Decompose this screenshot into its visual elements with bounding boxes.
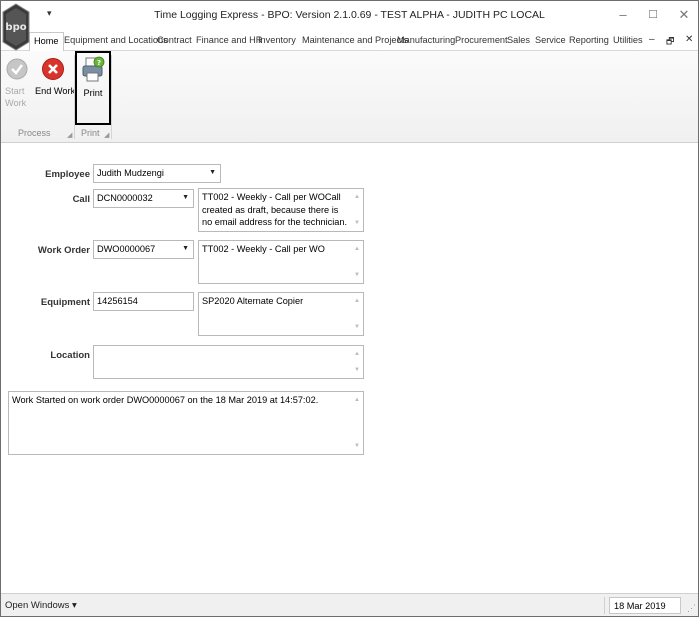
work-order-description-text: TT002 - Weekly - Call per WO — [202, 244, 325, 254]
call-value: DCN0000032 — [97, 193, 153, 203]
scroll-up-icon[interactable]: ▲ — [354, 243, 360, 256]
group-label-print: Print — [81, 128, 100, 138]
mdi-close-button[interactable]: ✕ — [685, 34, 693, 45]
scroll-up-icon[interactable]: ▲ — [354, 394, 360, 407]
tab-home[interactable]: Home — [29, 32, 64, 52]
scroll-down-icon[interactable]: ▼ — [354, 217, 360, 230]
scroll-down-icon[interactable]: ▼ — [354, 440, 360, 453]
call-description-memo[interactable]: TT002 - Weekly - Call per WOCall created… — [198, 188, 364, 232]
window-title: Time Logging Express - BPO: Version 2.1.… — [154, 9, 545, 21]
equipment-description-text: SP2020 Alternate Copier — [202, 296, 304, 306]
chevron-down-icon[interactable]: ▼ — [182, 194, 189, 201]
tab-procurement[interactable]: Procurement — [455, 35, 508, 45]
status-date: 18 Mar 2019 — [609, 597, 681, 614]
print-highlight-box — [75, 51, 111, 125]
location-memo[interactable]: ▲ ▼ — [93, 345, 364, 379]
work-log-text: Work Started on work order DWO0000067 on… — [12, 395, 319, 405]
scroll-down-icon[interactable]: ▼ — [354, 269, 360, 282]
end-work-label: End Work — [35, 86, 76, 96]
tab-contract[interactable]: Contract — [157, 35, 192, 45]
call-combobox[interactable]: DCN0000032 ▼ — [93, 189, 194, 208]
group-label-process: Process — [18, 128, 51, 138]
group-separator — [111, 55, 112, 139]
app-window: ▾ Time Logging Express - BPO: Version 2.… — [0, 0, 699, 617]
tab-maintenance-and-projects[interactable]: Maintenance and Projects — [302, 35, 408, 45]
end-work-button[interactable]: End Work — [35, 57, 76, 97]
equipment-label: Equipment — [40, 297, 90, 308]
employee-value: Judith Mudzengi — [97, 168, 164, 178]
call-description-text: TT002 - Weekly - Call per WOCall created… — [202, 192, 348, 227]
bpo-logo-icon: bpo — [2, 3, 30, 51]
tab-inventory[interactable]: Inventory — [258, 35, 296, 45]
mdi-minimize-button[interactable]: – — [649, 34, 655, 45]
employee-combobox[interactable]: Judith Mudzengi ▼ — [93, 164, 221, 183]
open-windows-menu[interactable]: Open Windows ▾ — [5, 600, 77, 611]
logo-text: bpo — [5, 22, 26, 33]
work-order-label: Work Order — [37, 245, 90, 256]
work-order-value: DWO0000067 — [97, 244, 156, 254]
minimize-button[interactable]: – — [610, 5, 636, 25]
close-button[interactable]: ✕ — [671, 5, 697, 25]
stop-x-icon — [42, 58, 64, 80]
scroll-down-icon[interactable]: ▼ — [354, 364, 360, 377]
tab-reporting[interactable]: Reporting — [569, 35, 609, 45]
tab-finance-and-hr[interactable]: Finance and HR — [196, 35, 262, 45]
title-bar: ▾ Time Logging Express - BPO: Version 2.… — [1, 1, 698, 31]
equipment-value: 14256154 — [97, 296, 138, 306]
mdi-restore-button[interactable]: 🗗 — [666, 34, 674, 50]
equipment-field[interactable]: 14256154 — [93, 292, 194, 311]
tab-equipment-and-locations[interactable]: Equipment and Locations — [64, 35, 168, 45]
chevron-down-icon[interactable]: ▼ — [182, 245, 189, 252]
application-menu-button[interactable]: bpo — [1, 3, 31, 51]
status-separator — [604, 597, 605, 614]
ribbon-tab-bar: Home Equipment and Locations Contract Fi… — [1, 31, 698, 52]
chevron-down-icon[interactable]: ▼ — [209, 169, 216, 176]
start-work-button[interactable]: Start Work — [5, 57, 29, 109]
call-label: Call — [72, 194, 90, 205]
checkmark-icon — [6, 58, 28, 80]
work-log-memo[interactable]: Work Started on work order DWO0000067 on… — [8, 391, 364, 455]
scroll-up-icon[interactable]: ▲ — [354, 191, 360, 204]
scroll-up-icon[interactable]: ▲ — [354, 295, 360, 308]
ribbon-panel: Start Work End Work ? Print Process ◢ Pr… — [1, 51, 698, 143]
maximize-button[interactable]: ☐ — [640, 5, 666, 25]
employee-label: Employee — [45, 169, 90, 180]
scroll-up-icon[interactable]: ▲ — [354, 348, 360, 361]
equipment-description-memo[interactable]: SP2020 Alternate Copier ▲ ▼ — [198, 292, 364, 336]
tab-service[interactable]: Service — [535, 35, 566, 45]
work-order-description-memo[interactable]: TT002 - Weekly - Call per WO ▲ ▼ — [198, 240, 364, 284]
process-group-launcher-icon[interactable]: ◢ — [67, 131, 72, 139]
location-label: Location — [50, 350, 90, 361]
tab-sales[interactable]: Sales — [507, 35, 530, 45]
status-bar: Open Windows ▾ 18 Mar 2019 ⋰ — [1, 593, 698, 616]
tab-utilities[interactable]: Utilities — [613, 35, 643, 45]
group-separator — [74, 55, 75, 139]
print-group-launcher-icon[interactable]: ◢ — [104, 131, 109, 139]
tab-manufacturing[interactable]: Manufacturing — [397, 35, 455, 45]
scroll-down-icon[interactable]: ▼ — [354, 321, 360, 334]
resize-grip-icon[interactable]: ⋰ — [687, 603, 696, 614]
work-order-combobox[interactable]: DWO0000067 ▼ — [93, 240, 194, 259]
start-work-label: Start Work — [5, 86, 27, 108]
